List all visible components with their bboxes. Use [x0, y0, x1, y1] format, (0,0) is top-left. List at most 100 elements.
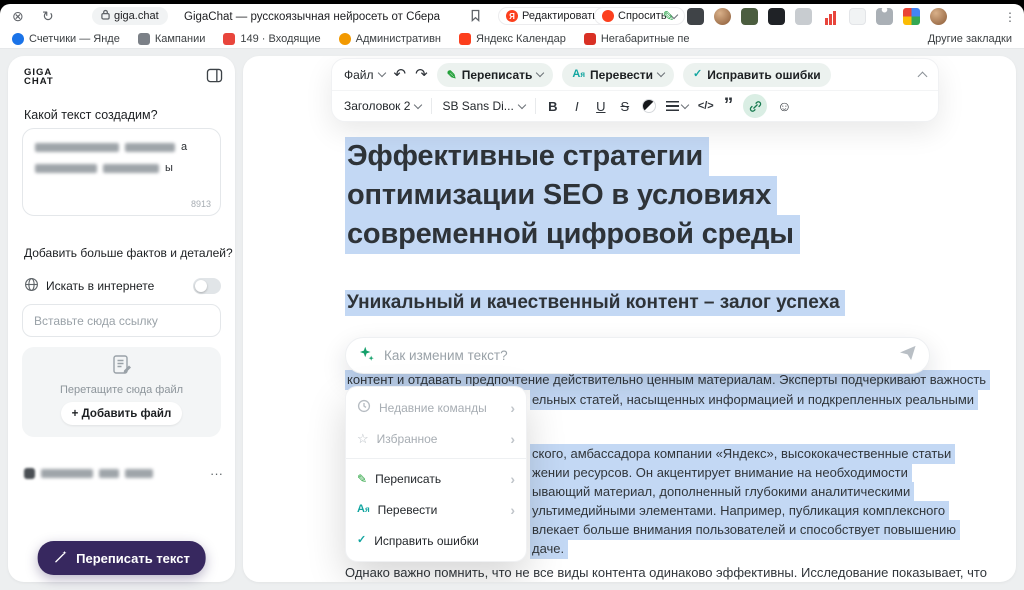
- chevron-down-icon: [657, 69, 665, 77]
- translate-pill-button[interactable]: AяПеревести: [562, 63, 674, 87]
- chevron-down-icon: [518, 100, 526, 108]
- redacted-file-icon: [24, 468, 35, 479]
- font-select[interactable]: SB Sans Di...: [442, 99, 524, 113]
- other-bookmarks[interactable]: Другие закладки: [928, 33, 1012, 45]
- create-question-label: Какой текст создадим?: [24, 108, 158, 122]
- gigachat-app: GIGA CHAT Какой текст создадим? а ы 8913…: [0, 49, 1024, 590]
- quote-button[interactable]: ”: [724, 101, 734, 111]
- doc-heading1-line: Эффективные стратегии: [345, 140, 709, 173]
- bookmark-item[interactable]: Яндекс Календар: [459, 33, 566, 45]
- menu-item-fix-errors[interactable]: ✓ Исправить ошибки: [346, 525, 526, 556]
- list-button[interactable]: [666, 101, 688, 111]
- gigachat-logo: GIGA CHAT: [24, 68, 54, 86]
- translate-icon: Aя: [357, 504, 370, 515]
- browser-menu-icon[interactable]: ⋮: [1004, 10, 1016, 24]
- add-file-button[interactable]: + Добавить файл: [61, 402, 183, 425]
- check-icon: ✓: [357, 535, 366, 546]
- bookmark-item[interactable]: Административн: [339, 33, 441, 45]
- link-button[interactable]: [743, 94, 767, 118]
- editor-panel: Файл ↶ ↷ ✎Переписать AяПеревести ✓Исправ…: [243, 56, 1016, 582]
- redacted-text: [35, 164, 97, 173]
- attached-file-row[interactable]: ···: [24, 466, 223, 480]
- doc-heading2: Уникальный и качественный контент – зало…: [345, 292, 845, 314]
- doc-heading1-line: современной цифровой среды: [345, 218, 800, 251]
- doc-line: Однако важно помнить, что не все виды ко…: [345, 565, 987, 581]
- screen: ⊗ ↻ giga.chat GigaChat — русскоязычная н…: [0, 0, 1024, 590]
- menu-item-recent-commands[interactable]: Недавние команды ›: [346, 392, 526, 423]
- puzzle-icon[interactable]: [876, 8, 893, 25]
- menu-item-translate[interactable]: Aя Перевести ›: [346, 494, 526, 525]
- prompt-textarea[interactable]: а ы 8913: [22, 128, 221, 216]
- search-internet-label: Искать в интернете: [46, 279, 154, 293]
- collapse-toolbar-icon[interactable]: [918, 72, 928, 82]
- chevron-right-icon: ›: [510, 471, 515, 487]
- bookmark-icon[interactable]: [470, 9, 481, 27]
- command-input[interactable]: [384, 348, 890, 363]
- search-internet-toggle[interactable]: [193, 278, 221, 294]
- favicon: [138, 33, 150, 45]
- emoji-button[interactable]: ☺: [777, 98, 791, 114]
- menu-item-rewrite[interactable]: ✎ Переписать ›: [346, 463, 526, 494]
- sidebar: GIGA CHAT Какой текст создадим? а ы 8913…: [8, 56, 235, 582]
- file-dropzone[interactable]: Перетащите сюда файл + Добавить файл: [22, 347, 221, 437]
- pencil-icon: ✎: [447, 69, 457, 81]
- favicon: [223, 33, 235, 45]
- page-title-text: GigaChat — русскоязычная нейросеть от Сб…: [184, 11, 440, 23]
- link-input[interactable]: [22, 304, 221, 337]
- favicon: [459, 33, 471, 45]
- chevron-down-icon: [377, 69, 385, 77]
- check-icon: ✓: [693, 69, 702, 80]
- star-icon: ☆: [357, 432, 369, 445]
- favicon: [339, 33, 351, 45]
- redacted-text: [103, 164, 159, 173]
- rewrite-pill-button[interactable]: ✎Переписать: [437, 63, 554, 87]
- chevron-down-icon: [536, 69, 544, 77]
- paragraph-style-select[interactable]: Заголовок 2: [344, 99, 421, 113]
- bold-button[interactable]: B: [546, 99, 560, 114]
- alice-icon: [602, 10, 614, 22]
- divider: [535, 98, 536, 114]
- underline-button[interactable]: U: [594, 99, 608, 114]
- pencil-extension-icon[interactable]: ✎: [660, 8, 677, 25]
- command-menu: Недавние команды › ☆ Избранное › ✎ Переп…: [345, 386, 527, 562]
- command-bar[interactable]: [345, 337, 930, 374]
- list-icon: [666, 101, 679, 111]
- account-avatar[interactable]: [930, 8, 947, 25]
- blocked-content-icon[interactable]: ⊗: [12, 8, 24, 25]
- refresh-icon[interactable]: ↻: [42, 8, 54, 25]
- profile-avatar[interactable]: [714, 8, 731, 25]
- bookmark-item[interactable]: Негабаритные пе: [584, 33, 690, 45]
- apps-grid-icon[interactable]: [903, 8, 920, 25]
- italic-button[interactable]: I: [570, 99, 584, 114]
- extension-icon[interactable]: [687, 8, 704, 25]
- rewrite-text-button[interactable]: Переписать текст: [37, 541, 206, 575]
- extension-icon[interactable]: [795, 8, 812, 25]
- facts-question-label: Добавить больше фактов и деталей?: [24, 246, 233, 260]
- collapse-sidebar-icon[interactable]: [206, 68, 223, 88]
- redo-icon[interactable]: ↷: [415, 67, 428, 82]
- chevron-down-icon: [681, 100, 689, 108]
- bookmark-item[interactable]: 149 · Входящие: [223, 33, 320, 45]
- extension-icon[interactable]: [741, 8, 758, 25]
- metrica-bars-icon[interactable]: [822, 8, 839, 25]
- fix-errors-pill-button[interactable]: ✓Исправить ошибки: [683, 63, 831, 87]
- code-button[interactable]: </>: [698, 100, 714, 112]
- address-bar[interactable]: giga.chat: [92, 7, 168, 25]
- extension-icon[interactable]: [768, 8, 785, 25]
- file-menu[interactable]: Файл: [344, 68, 385, 82]
- favicon: [12, 33, 24, 45]
- bookmark-item[interactable]: Кампании: [138, 33, 206, 45]
- undo-icon[interactable]: ↶: [394, 67, 407, 82]
- doc-line: влекает больше внимания пользователей и …: [530, 522, 960, 538]
- strikethrough-button[interactable]: S: [618, 99, 632, 114]
- extension-icon[interactable]: [849, 8, 866, 25]
- file-more-icon[interactable]: ···: [210, 466, 223, 481]
- text-color-button[interactable]: [642, 99, 656, 113]
- send-icon[interactable]: [899, 345, 917, 366]
- doc-line: ского, амбассадора компании «Яндекс», вы…: [530, 446, 955, 462]
- doc-line: даче.: [530, 541, 568, 557]
- bookmark-item[interactable]: Счетчики — Янде: [12, 33, 120, 45]
- redacted-text: [35, 143, 119, 152]
- extension-icons: ✎: [660, 8, 947, 25]
- menu-item-favorites[interactable]: ☆ Избранное ›: [346, 423, 526, 454]
